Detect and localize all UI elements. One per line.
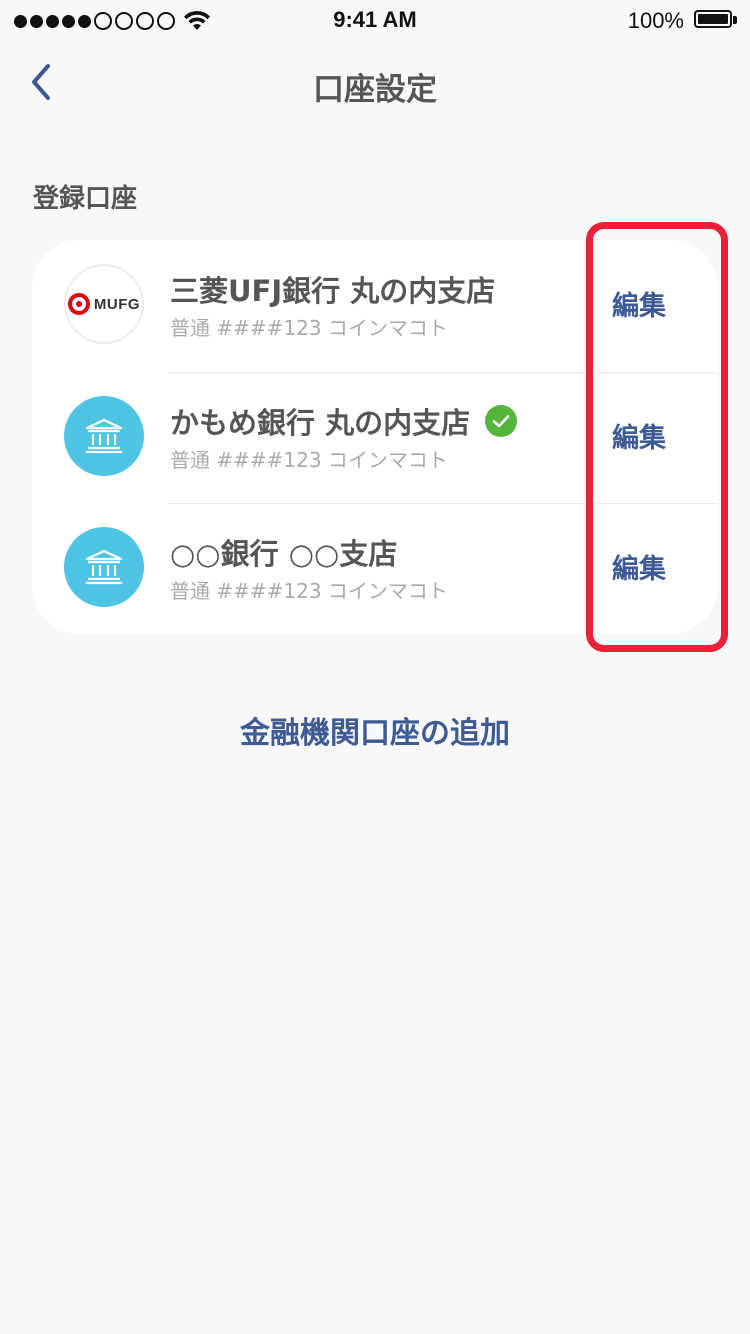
page-title: 口座設定 bbox=[313, 72, 437, 108]
bank-icon bbox=[64, 527, 144, 607]
status-bar: 9:41 AM 100% bbox=[0, 0, 750, 40]
battery-icon bbox=[694, 10, 738, 30]
account-detail: 普通 ####123 コインマコト bbox=[170, 579, 448, 603]
mufg-logo-icon: MUFG bbox=[64, 264, 144, 344]
verified-check-icon bbox=[485, 405, 518, 437]
section-label: 登録口座 bbox=[33, 184, 138, 214]
edit-column-highlight bbox=[586, 222, 728, 652]
bank-name: 三菱UFJ銀行 丸の内支店 bbox=[170, 274, 496, 308]
mufg-logo-text: MUFG bbox=[93, 295, 141, 313]
account-detail: 普通 ####123 コインマコト bbox=[170, 316, 448, 340]
add-account-link[interactable]: 金融機関口座の追加 bbox=[0, 708, 750, 752]
bank-name: かもめ銀行 丸の内支店 bbox=[170, 400, 518, 442]
battery-percent: 100% bbox=[627, 8, 684, 33]
bank-icon bbox=[64, 396, 144, 476]
bank-name: ○○銀行 ○○支店 bbox=[170, 537, 398, 571]
account-detail: 普通 ####123 コインマコト bbox=[170, 448, 448, 472]
